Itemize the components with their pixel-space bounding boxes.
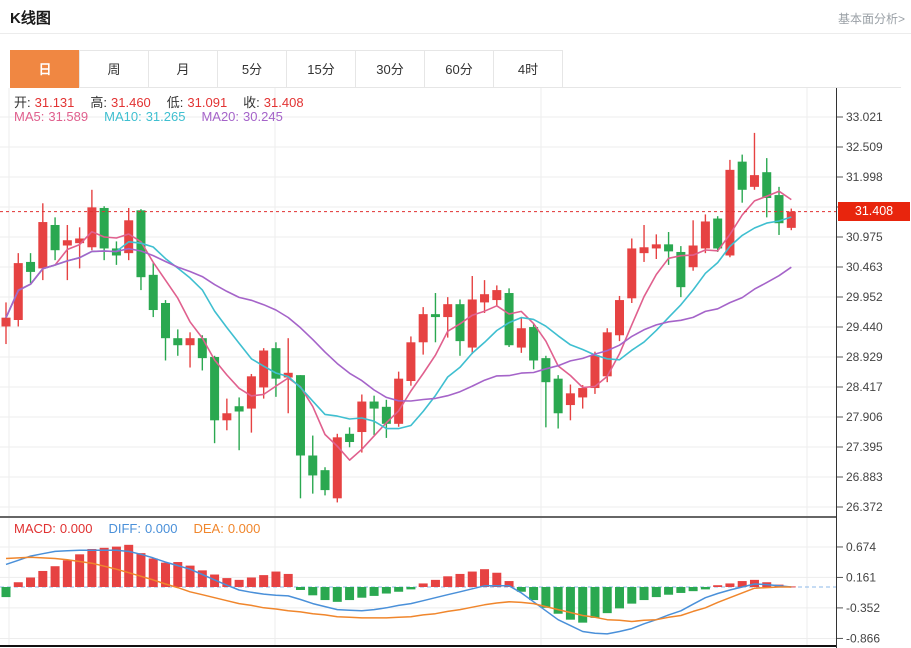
price-axis-label: 33.021: [846, 110, 883, 124]
price-gridlines: 33.021 32.509 31.998 30.975 30.463 29.952 29.4…: [0, 88, 883, 516]
tab-timeframe-0[interactable]: 日: [10, 50, 80, 88]
page-title: K线图: [10, 7, 51, 28]
macd-row-value-2: 0.000: [228, 521, 261, 536]
macd-axis-label: -0.352: [846, 601, 880, 615]
price-axis-label: 27.906: [846, 410, 883, 424]
price-axis-label: 31.998: [846, 170, 883, 184]
price-axis-label: 27.395: [846, 440, 883, 454]
fundamental-analysis-link[interactable]: 基本面分析>: [838, 10, 905, 27]
ma-row-value-0: 31.589: [48, 109, 88, 124]
candlestick-chart[interactable]: 33.021 32.509 31.998 30.975 30.463 29.952 29.4…: [0, 88, 911, 516]
price-axis-label: 26.883: [846, 470, 883, 484]
ma-row-label-1: MA10:: [104, 109, 142, 124]
price-axis-label: 32.509: [846, 140, 883, 154]
macd-axis-label: -0.866: [846, 631, 880, 645]
macd-histogram: [2, 545, 796, 623]
macd-row-label-2: DEA:: [193, 521, 223, 536]
price-axis-label: 28.417: [846, 380, 883, 394]
price-axis-label: 29.952: [846, 290, 883, 304]
tab-timeframe-1[interactable]: 周: [79, 50, 149, 88]
macd-axis-label: 0.161: [846, 570, 876, 584]
ohlc-row-label-1: 高:: [90, 95, 107, 110]
ma-row-label-2: MA20:: [201, 109, 239, 124]
macd-info: MACD: 0.000 DIFF: 0.000 DEA: 0.000: [14, 521, 276, 536]
tab-timeframe-2[interactable]: 月: [148, 50, 218, 88]
ma-row-label-0: MA5:: [14, 109, 44, 124]
ohlc-row-value-0: 31.131: [35, 95, 75, 110]
ma-info: MA5: 31.589 MA10: 31.265 MA20: 30.245: [14, 109, 299, 124]
ohlc-row-label-2: 低:: [167, 95, 184, 110]
ma-row-value-1: 31.265: [146, 109, 186, 124]
tab-timeframe-4[interactable]: 15分: [286, 50, 356, 88]
header-divider: [0, 33, 911, 34]
tab-timeframe-3[interactable]: 5分: [217, 50, 287, 88]
price-axis-label: 26.372: [846, 500, 883, 514]
ohlc-row-label-0: 开:: [14, 95, 31, 110]
ohlc-row-value-1: 31.460: [111, 95, 151, 110]
macd-axis-label: 0.674: [846, 540, 876, 554]
price-axis-label: 29.440: [846, 320, 883, 334]
diff-line: [6, 550, 791, 634]
ma-row-value-2: 30.245: [243, 109, 283, 124]
kline-widget: K线图 基本面分析> 日周月5分15分30分60分4时 33.021 32.509…: [0, 0, 911, 648]
ohlc-row-value-2: 31.091: [187, 95, 227, 110]
price-axis-label: 28.929: [846, 350, 883, 364]
tab-timeframe-6[interactable]: 60分: [424, 50, 494, 88]
tab-timeframe-5[interactable]: 30分: [355, 50, 425, 88]
macd-row-label-1: DIFF:: [108, 521, 141, 536]
timeframe-tabbar: 日周月5分15分30分60分4时: [10, 50, 901, 88]
tab-timeframe-7[interactable]: 4时: [493, 50, 563, 88]
macd-row-value-0: 0.000: [60, 521, 93, 536]
price-axis-label: 30.975: [846, 230, 883, 244]
ohlc-row-label-3: 收:: [243, 95, 260, 110]
ohlc-row-value-3: 31.408: [264, 95, 304, 110]
chart-area: 33.021 32.509 31.998 30.975 30.463 29.952 29.4…: [0, 88, 911, 648]
macd-row-value-1: 0.000: [145, 521, 178, 536]
macd-row-label-0: MACD:: [14, 521, 56, 536]
price-axis-label: 30.463: [846, 260, 883, 274]
current-price-badge: 31.408: [838, 202, 910, 221]
